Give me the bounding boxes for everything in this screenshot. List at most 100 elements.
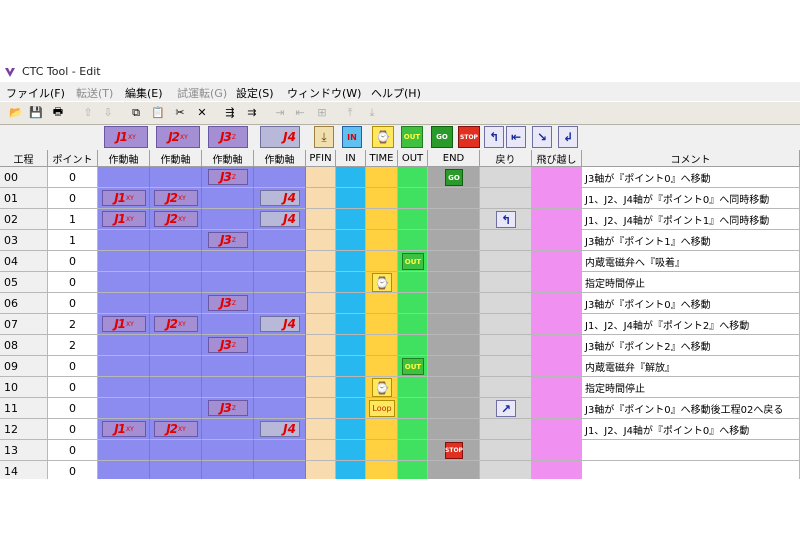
menu-item-4[interactable]: 設定(S) (236, 85, 274, 101)
cell-7[interactable] (336, 314, 366, 335)
cell-7[interactable] (336, 230, 366, 251)
cell-4[interactable] (202, 188, 254, 209)
table-row[interactable]: 03 1 J3軸が『ポイント1』へ移動 J3 Z (0, 230, 800, 251)
cell-3[interactable] (150, 272, 202, 293)
stop-icon[interactable]: STOP (445, 442, 463, 459)
cell-2[interactable] (98, 398, 150, 419)
cell-7[interactable] (336, 335, 366, 356)
cell-7[interactable] (336, 461, 366, 479)
cell-3[interactable] (150, 356, 202, 377)
column-header-5[interactable]: 作動軸 (254, 150, 306, 167)
cell-10[interactable] (428, 209, 480, 230)
cell-12[interactable] (532, 251, 582, 272)
menu-item-6[interactable]: ヘルプ(H) (371, 85, 421, 101)
insert-row-icon[interactable]: ⇶ (222, 104, 238, 121)
cell-6[interactable] (306, 419, 336, 440)
cell-7[interactable] (336, 398, 366, 419)
column-header-13[interactable]: コメント (582, 150, 800, 167)
cell-6[interactable] (306, 356, 336, 377)
cell-10[interactable] (428, 314, 480, 335)
cell-1[interactable]: 0 (48, 272, 98, 293)
cell-0[interactable]: 06 (0, 293, 48, 314)
cell-0[interactable]: 09 (0, 356, 48, 377)
cell-1[interactable]: 0 (48, 356, 98, 377)
cell-8[interactable] (366, 209, 398, 230)
cell-3[interactable] (150, 440, 202, 461)
cell-10[interactable] (428, 419, 480, 440)
insert-col-icon[interactable]: ⇉ (244, 104, 260, 121)
cell-12[interactable] (532, 209, 582, 230)
table-row[interactable]: 12 0 J1、J2、J4軸が『ポイント0』へ移動 J1 XY J2 XY J4 (0, 419, 800, 440)
cell-5[interactable] (254, 461, 306, 479)
cell-13[interactable]: J1、J2、J4軸が『ポイント1』へ同時移動 (582, 209, 800, 230)
cell-8[interactable] (366, 167, 398, 188)
cell-2[interactable] (98, 377, 150, 398)
cell-9[interactable] (398, 419, 428, 440)
cell-2[interactable] (98, 167, 150, 188)
return-icon[interactable]: ↰ (496, 211, 516, 228)
table-row[interactable]: 14 0 (0, 461, 800, 479)
cell-6[interactable] (306, 440, 336, 461)
axis-j3-block[interactable]: J3 Z (208, 169, 248, 185)
table-row[interactable]: 00 0 J3軸が『ポイント0』へ移動 J3 Z GO (0, 167, 800, 188)
cell-9[interactable] (398, 314, 428, 335)
cell-13[interactable] (582, 440, 800, 461)
cell-6[interactable] (306, 293, 336, 314)
palette-back[interactable]: ↰ (484, 126, 504, 148)
cell-12[interactable] (532, 398, 582, 419)
cell-10[interactable] (428, 461, 480, 479)
cell-1[interactable]: 0 (48, 398, 98, 419)
output-block[interactable]: OUT (402, 358, 424, 375)
cell-11[interactable] (480, 419, 532, 440)
cell-10[interactable] (428, 335, 480, 356)
cell-5[interactable] (254, 230, 306, 251)
axis-j3-block[interactable]: J3 Z (208, 295, 248, 311)
palette-back2[interactable]: ⇤ (506, 126, 526, 148)
delete-icon[interactable]: ✕ (194, 104, 210, 121)
cell-9[interactable] (398, 398, 428, 419)
cell-9[interactable] (398, 440, 428, 461)
axis-j2-block[interactable]: J2 XY (154, 316, 198, 332)
move-up-icon[interactable]: ⇧ (80, 104, 96, 121)
cell-0[interactable]: 03 (0, 230, 48, 251)
axis-j4-block[interactable]: J4 (260, 190, 300, 206)
cell-10[interactable] (428, 188, 480, 209)
cell-1[interactable]: 1 (48, 230, 98, 251)
cell-0[interactable]: 14 (0, 461, 48, 479)
cell-12[interactable] (532, 377, 582, 398)
cell-12[interactable] (532, 272, 582, 293)
cell-12[interactable] (532, 461, 582, 479)
cell-0[interactable]: 11 (0, 398, 48, 419)
cell-10[interactable] (428, 356, 480, 377)
axis-j2-block[interactable]: J2 XY (154, 421, 198, 437)
cell-13[interactable]: 内蔵電磁弁へ『吸着』 (582, 251, 800, 272)
table-row[interactable]: 04 0 内蔵電磁弁へ『吸着』 OUT (0, 251, 800, 272)
cell-5[interactable] (254, 356, 306, 377)
axis-j1-block[interactable]: J1 XY (102, 211, 146, 227)
cell-12[interactable] (532, 440, 582, 461)
cell-5[interactable] (254, 167, 306, 188)
palette-time[interactable]: ⌚ (372, 126, 394, 148)
cell-7[interactable] (336, 251, 366, 272)
cell-9[interactable] (398, 167, 428, 188)
axis-j4-block[interactable]: J4 (260, 421, 300, 437)
palette-stop[interactable]: STOP (458, 126, 480, 148)
column-header-3[interactable]: 作動軸 (150, 150, 202, 167)
column-header-9[interactable]: OUT (398, 150, 428, 167)
print-icon[interactable]: 🖶 (50, 104, 66, 121)
cell-2[interactable] (98, 293, 150, 314)
cell-1[interactable]: 1 (48, 209, 98, 230)
table-row[interactable]: 13 0 STOP (0, 440, 800, 461)
cell-10[interactable] (428, 398, 480, 419)
cell-10[interactable] (428, 230, 480, 251)
cell-9[interactable] (398, 377, 428, 398)
cell-8[interactable] (366, 335, 398, 356)
palette-pfin[interactable]: ⤓ (314, 126, 334, 148)
cell-6[interactable] (306, 251, 336, 272)
axis-j1-block[interactable]: J1 XY (102, 421, 146, 437)
cell-8[interactable] (366, 293, 398, 314)
cell-11[interactable] (480, 335, 532, 356)
column-header-6[interactable]: PFIN (306, 150, 336, 167)
palette-in[interactable]: IN (342, 126, 362, 148)
cell-0[interactable]: 00 (0, 167, 48, 188)
